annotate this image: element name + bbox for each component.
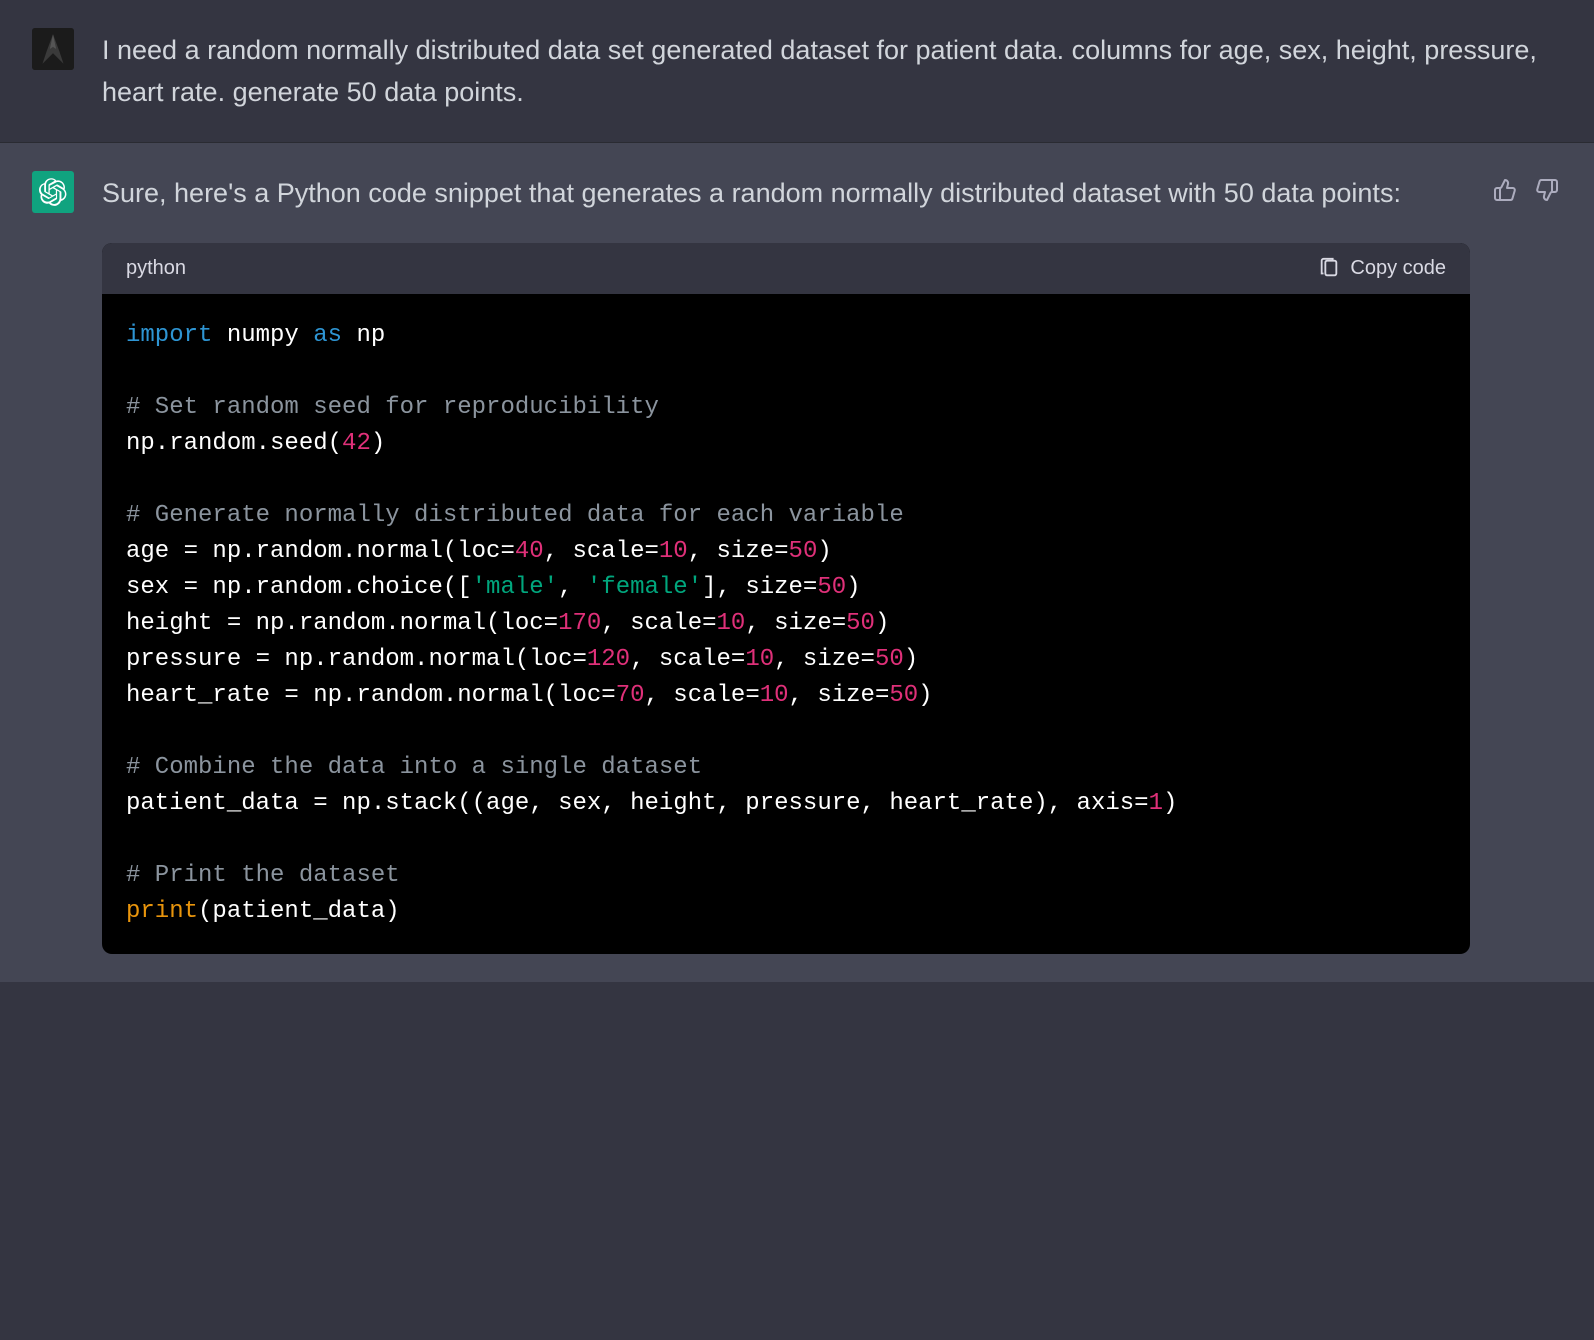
copy-code-button[interactable]: Copy code (1318, 257, 1446, 280)
code-language-label: python (126, 257, 186, 280)
user-avatar-image (32, 28, 74, 70)
code-header: python Copy code (102, 243, 1470, 294)
openai-logo-icon (39, 178, 67, 206)
thumbs-up-button[interactable] (1490, 175, 1520, 205)
thumbs-down-button[interactable] (1532, 175, 1562, 205)
code-block: python Copy code import numpy as np # Se… (102, 243, 1470, 954)
thumbs-down-icon (1535, 178, 1559, 202)
code-body[interactable]: import numpy as np # Set random seed for… (102, 294, 1470, 954)
assistant-message-row: Sure, here's a Python code snippet that … (0, 143, 1594, 982)
user-message-row: I need a random normally distributed dat… (0, 0, 1594, 143)
assistant-intro-text: Sure, here's a Python code snippet that … (102, 171, 1470, 215)
user-message-text: I need a random normally distributed dat… (102, 28, 1562, 114)
thumbs-up-icon (1493, 178, 1517, 202)
clipboard-icon (1318, 257, 1340, 279)
user-avatar (32, 28, 74, 70)
copy-code-label: Copy code (1350, 257, 1446, 280)
feedback-buttons (1490, 171, 1562, 954)
assistant-avatar (32, 171, 74, 213)
